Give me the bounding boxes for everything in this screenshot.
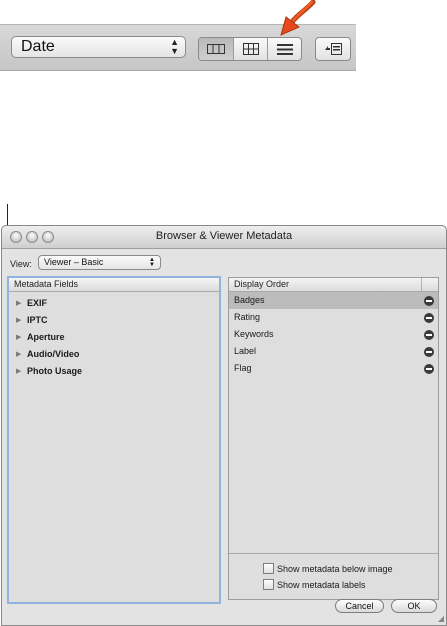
- show-below-image-option[interactable]: Show metadata below image: [263, 563, 393, 575]
- remove-icon[interactable]: [424, 330, 434, 340]
- display-order-item-keywords[interactable]: Keywords: [229, 326, 438, 343]
- tree-item-aperture[interactable]: ▶ Aperture: [9, 329, 219, 346]
- list-view-icon: [276, 43, 293, 55]
- title-bar[interactable]: Browser & Viewer Metadata: [2, 226, 446, 249]
- grid-view-icon: [242, 43, 259, 55]
- display-options: Show metadata below image Show metadata …: [229, 553, 438, 599]
- sort-popup[interactable]: Date ▲ ▼: [11, 36, 186, 58]
- show-labels-label: Show metadata labels: [277, 580, 366, 590]
- tree-item-label: EXIF: [27, 298, 48, 308]
- popup-arrows-icon: ▲ ▼: [149, 257, 155, 268]
- window-title: Browser & Viewer Metadata: [155, 230, 293, 242]
- disclosure-triangle-icon[interactable]: ▶: [16, 346, 21, 363]
- remove-icon[interactable]: [424, 313, 434, 323]
- view-preset-value: Viewer – Basic: [44, 257, 104, 267]
- grid-view-button[interactable]: [233, 38, 267, 60]
- show-below-image-label: Show metadata below image: [277, 564, 393, 574]
- show-labels-option[interactable]: Show metadata labels: [263, 579, 366, 591]
- remove-icon[interactable]: [424, 347, 434, 357]
- sort-popup-value: Date: [21, 38, 55, 55]
- display-order-item-badges[interactable]: Badges: [229, 292, 438, 309]
- disclosure-triangle-icon[interactable]: ▶: [16, 363, 21, 380]
- filmstrip-view-button[interactable]: [199, 38, 233, 60]
- tree-item-label: IPTC: [27, 315, 48, 325]
- display-order-header-label: Display Order: [234, 279, 290, 289]
- browser-only-toggle-icon: [325, 43, 342, 55]
- display-order-item-label: Flag: [234, 363, 252, 373]
- display-order-item-label: Keywords: [234, 329, 274, 339]
- tree-item-label: Audio/Video: [27, 349, 80, 359]
- tree-item-audio-video[interactable]: ▶ Audio/Video: [9, 346, 219, 363]
- ok-button[interactable]: OK: [391, 599, 437, 613]
- popup-arrows-icon: ▲ ▼: [170, 37, 179, 56]
- disclosure-triangle-icon[interactable]: ▶: [16, 295, 21, 312]
- metadata-fields-header: Metadata Fields: [9, 278, 219, 292]
- display-order-panel: Display Order Badges Rating Keywords Lab…: [228, 277, 439, 600]
- tree-item-exif[interactable]: ▶ EXIF: [9, 295, 219, 312]
- display-order-item-label: Rating: [234, 312, 261, 322]
- metadata-fields-panel: Metadata Fields ▶ EXIF ▶ IPTC ▶ Aperture…: [7, 276, 221, 604]
- show-below-image-checkbox[interactable]: [263, 563, 274, 574]
- column-separator: [421, 278, 422, 291]
- cancel-button[interactable]: Cancel: [335, 599, 384, 613]
- display-order-item-rating[interactable]: Rating: [229, 309, 438, 326]
- view-preset-popup[interactable]: Viewer – Basic ▲ ▼: [38, 255, 161, 270]
- show-labels-checkbox[interactable]: [263, 579, 274, 590]
- tree-item-label: Aperture: [27, 332, 65, 342]
- remove-icon[interactable]: [424, 296, 434, 306]
- tree-item-iptc[interactable]: ▶ IPTC: [9, 312, 219, 329]
- display-order-item-label: Badges: [234, 295, 265, 305]
- callout-arrow-icon: [280, 0, 316, 36]
- disclosure-triangle-icon[interactable]: ▶: [16, 312, 21, 329]
- filmstrip-view-icon: [207, 44, 225, 54]
- display-order-item-label: Label: [234, 346, 257, 356]
- disclosure-triangle-icon[interactable]: ▶: [16, 329, 21, 346]
- display-order-item-flag[interactable]: Flag: [229, 360, 438, 377]
- metadata-dialog: Browser & Viewer Metadata View: Viewer –…: [1, 225, 447, 626]
- tree-item-photo-usage[interactable]: ▶ Photo Usage: [9, 363, 219, 380]
- display-order-header: Display Order: [229, 278, 438, 292]
- tree-item-label: Photo Usage: [27, 366, 83, 376]
- view-label: View:: [10, 259, 32, 269]
- display-order-item-label[interactable]: Label: [229, 343, 438, 360]
- resize-grip-icon[interactable]: ◢: [438, 614, 444, 623]
- remove-icon[interactable]: [424, 364, 434, 374]
